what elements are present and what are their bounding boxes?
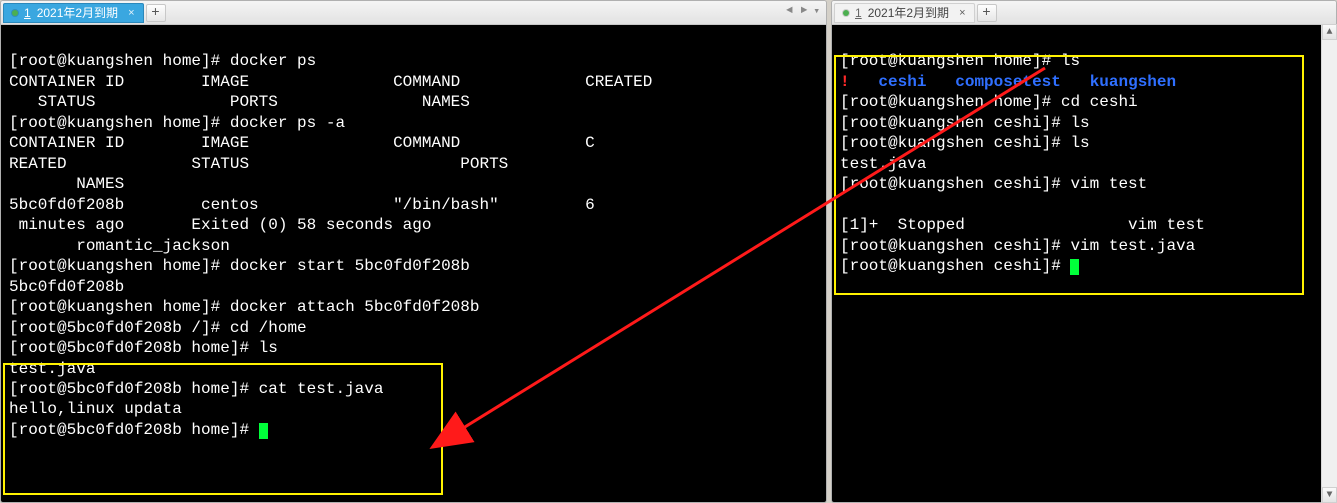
term-line: [root@kuangshen home]# docker attach 5bc… — [9, 298, 479, 316]
term-line: ! ceshi composetest kuangshen — [840, 73, 1176, 91]
term-line: [root@kuangshen ceshi]# vim test.java — [840, 237, 1195, 255]
term-line: [root@5bc0fd0f208b home]# ls — [9, 339, 278, 357]
prompt: [root@kuangshen ceshi]# — [840, 114, 1070, 132]
term-line: [root@kuangshen home]# docker ps -a — [9, 114, 345, 132]
ls-item: ceshi — [878, 73, 926, 91]
prompt: [root@kuangshen ceshi]# — [840, 237, 1070, 255]
tab-close-icon[interactable]: × — [959, 7, 965, 19]
term-line: [root@kuangshen ceshi]# ls — [840, 134, 1090, 152]
command: cd ceshi — [1061, 93, 1138, 111]
term-line: [root@5bc0fd0f208b home]# — [9, 421, 268, 439]
prompt: [root@kuangshen ceshi]# — [840, 134, 1070, 152]
term-line: [root@5bc0fd0f208b /]# cd /home — [9, 319, 307, 337]
tab-menu-icon[interactable]: ▾ — [813, 4, 820, 18]
ls-item: kuangshen — [1090, 73, 1176, 91]
prompt: [root@kuangshen home]# — [9, 298, 230, 316]
plus-icon: + — [151, 5, 159, 21]
status-dot-icon — [12, 10, 18, 16]
command: ls — [259, 339, 278, 357]
term-line: [root@kuangshen home]# cd ceshi — [840, 93, 1138, 111]
command: cd /home — [230, 319, 307, 337]
tab-close-icon[interactable]: × — [128, 7, 134, 19]
ls-item: composetest — [955, 73, 1061, 91]
scroll-up-icon[interactable]: ▲ — [1322, 24, 1337, 40]
tab-next-icon[interactable]: ► — [799, 5, 810, 17]
term-line: minutes ago Exited (0) 58 seconds ago — [9, 216, 585, 234]
prompt: [root@5bc0fd0f208b /]# — [9, 319, 230, 337]
command: ls — [1061, 52, 1080, 70]
terminal-cursor — [259, 423, 268, 439]
prompt: [root@kuangshen ceshi]# — [840, 175, 1070, 193]
tab-label: 2021年2月到期 — [868, 4, 949, 21]
tab-nav-controls: ◄ ► ▾ — [784, 4, 820, 18]
command: ls — [1070, 114, 1089, 132]
prompt: [root@kuangshen home]# — [9, 257, 230, 275]
tab-prev-icon[interactable]: ◄ — [784, 5, 795, 17]
command: ls — [1070, 134, 1089, 152]
right-tabbar: 1 2021年2月到期 × + — [832, 1, 1336, 25]
term-line: [root@kuangshen home]# docker start 5bc0… — [9, 257, 470, 275]
command: vim test.java — [1070, 237, 1195, 255]
term-line: 5bc0fd0f208b centos "/bin/bash" 6 — [9, 196, 595, 214]
term-line: NAMES — [9, 175, 124, 193]
term-line: [root@kuangshen home]# ls — [840, 52, 1080, 70]
tab-number: 1 — [855, 6, 862, 20]
term-line: [1]+ Stopped vim test — [840, 216, 1205, 234]
command: docker start 5bc0fd0f208b — [230, 257, 470, 275]
term-line: test.java — [9, 360, 95, 378]
term-line: REATED STATUS PORTS — [9, 155, 585, 173]
term-line: 5bc0fd0f208b — [9, 278, 124, 296]
term-line: CONTAINER ID IMAGE COMMAND C — [9, 134, 595, 152]
right-tab-1[interactable]: 1 2021年2月到期 × — [834, 3, 975, 23]
term-line: hello,linux updata — [9, 400, 182, 418]
command: docker ps -a — [230, 114, 345, 132]
left-pane: 1 2021年2月到期 × + ◄ ► ▾ [root@kuangshen ho… — [0, 0, 827, 503]
plus-icon: + — [982, 5, 990, 21]
command: cat test.java — [259, 380, 384, 398]
term-line: [root@kuangshen home]# docker ps — [9, 52, 316, 70]
term-line: test.java — [840, 155, 926, 173]
prompt: [root@5bc0fd0f208b home]# — [9, 339, 259, 357]
command: docker attach 5bc0fd0f208b — [230, 298, 480, 316]
command: vim test — [1070, 175, 1147, 193]
left-tabbar: 1 2021年2月到期 × + ◄ ► ▾ — [1, 1, 826, 25]
prompt: [root@kuangshen home]# — [9, 52, 230, 70]
tab-label: 2021年2月到期 — [37, 4, 118, 21]
tab-add-button[interactable]: + — [977, 4, 997, 22]
status-dot-icon — [843, 10, 849, 16]
left-tab-1[interactable]: 1 2021年2月到期 × — [3, 3, 144, 23]
right-scrollbar[interactable]: ▲ ▼ — [1321, 24, 1337, 503]
left-terminal[interactable]: [root@kuangshen home]# docker ps CONTAIN… — [1, 25, 826, 502]
prompt: [root@kuangshen home]# — [9, 114, 230, 132]
tab-number: 1 — [24, 6, 31, 20]
term-line: [root@kuangshen ceshi]# ls — [840, 114, 1090, 132]
term-line: romantic_jackson — [9, 237, 230, 255]
prompt: [root@kuangshen home]# — [840, 52, 1061, 70]
prompt: [root@kuangshen home]# — [840, 93, 1061, 111]
term-line: [root@kuangshen ceshi]# — [840, 257, 1079, 275]
term-line: STATUS PORTS NAMES — [9, 93, 470, 111]
command: docker ps — [230, 52, 316, 70]
terminal-cursor — [1070, 259, 1079, 275]
ls-item: ! — [840, 73, 850, 91]
right-terminal[interactable]: [root@kuangshen home]# ls ! ceshi compos… — [832, 25, 1336, 502]
tab-add-button[interactable]: + — [146, 4, 166, 22]
term-line: CONTAINER ID IMAGE COMMAND CREATED — [9, 73, 672, 91]
prompt: [root@kuangshen ceshi]# — [840, 257, 1070, 275]
prompt: [root@5bc0fd0f208b home]# — [9, 421, 259, 439]
right-pane: 1 2021年2月到期 × + [root@kuangshen home]# l… — [831, 0, 1337, 503]
scroll-down-icon[interactable]: ▼ — [1322, 487, 1337, 503]
term-line: [root@kuangshen ceshi]# vim test — [840, 175, 1147, 193]
prompt: [root@5bc0fd0f208b home]# — [9, 380, 259, 398]
term-line: [root@5bc0fd0f208b home]# cat test.java — [9, 380, 383, 398]
